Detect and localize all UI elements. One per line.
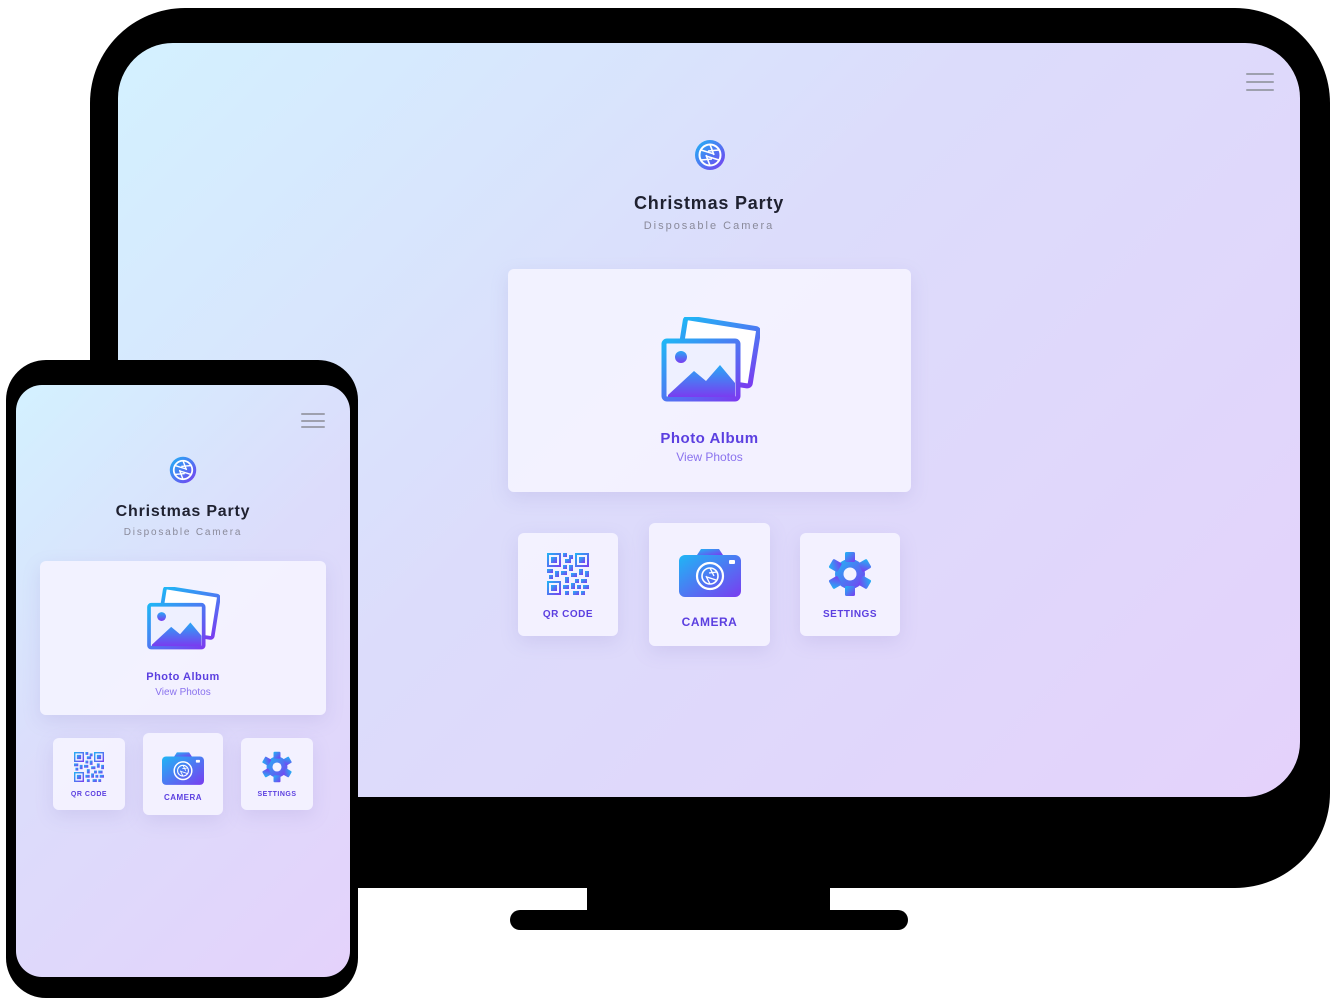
settings-label: SETTINGS [257,791,297,798]
camera-icon [679,547,741,597]
camera-label: CAMERA [681,615,738,629]
gear-icon [827,551,873,597]
photo-album-label: Photo Album [146,671,220,683]
camera-label: CAMERA [163,793,203,802]
qr-code-label: QR CODE [70,791,108,798]
page-title: Christmas Party [633,193,785,213]
hamburger-menu-icon[interactable] [1246,73,1274,91]
qr-code-button[interactable]: QR CODE [53,738,125,810]
gear-icon [261,751,293,783]
photo-album-sublabel: View Photos [155,687,211,698]
monitor-stand-foot [510,910,908,930]
photo-album-sublabel: View Photos [676,450,743,464]
photo-album-icon [146,587,220,652]
settings-button[interactable]: SETTINGS [241,738,313,810]
qr-code-label: QR CODE [542,609,594,620]
qr-code-icon [74,752,104,782]
page-title: Christmas Party [115,503,251,520]
qr-code-icon [547,553,589,595]
qr-code-button[interactable]: QR CODE [518,533,618,636]
settings-label: SETTINGS [822,609,877,620]
camera-button[interactable]: CAMERA [143,733,223,815]
page-subtitle: Disposable Camera [643,220,775,232]
camera-button[interactable]: CAMERA [649,523,770,646]
hamburger-menu-icon[interactable] [301,413,325,428]
photo-album-icon [660,317,760,405]
camera-icon [162,751,204,785]
camera-shutter-logo-icon [693,138,727,172]
settings-button[interactable]: SETTINGS [800,533,900,636]
photo-album-card[interactable]: Photo Album View Photos [508,269,911,492]
photo-album-card[interactable]: Photo Album View Photos [40,561,326,715]
page-subtitle: Disposable Camera [123,527,243,538]
camera-shutter-logo-icon [168,455,198,485]
phone-screen: Christmas Party Disposable Camera Photo … [16,385,350,977]
photo-album-label: Photo Album [660,430,759,447]
